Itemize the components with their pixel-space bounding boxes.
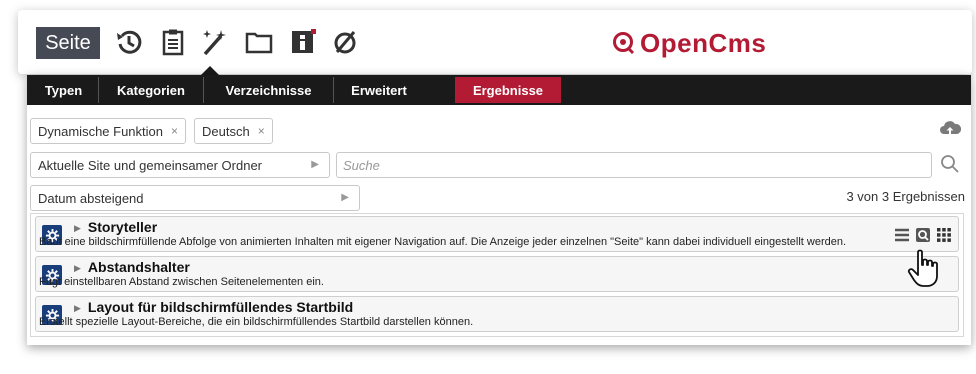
result-description: Baut eine bildschirmfüllende Abfolge von… bbox=[39, 236, 847, 248]
result-item[interactable]: ▶ Storyteller Baut eine bildschirmfüllend… bbox=[35, 216, 959, 252]
sort-select[interactable]: Datum absteigend ▶ bbox=[30, 185, 360, 211]
active-tool-pointer bbox=[201, 66, 219, 75]
caret-right-icon: ▶ bbox=[311, 159, 319, 170]
history-icon[interactable] bbox=[112, 25, 146, 59]
logo-text: OpenCms bbox=[640, 27, 767, 58]
tab-kategorien[interactable]: Kategorien bbox=[99, 77, 204, 103]
result-title: ▶ Layout für bildschirmfüllendes Startbil… bbox=[74, 299, 354, 315]
expand-triangle-icon[interactable]: ▶ bbox=[74, 263, 81, 273]
tab-verzeichnisse[interactable]: Verzeichnisse bbox=[204, 77, 334, 103]
result-title: ▶ Abstandshalter bbox=[74, 259, 190, 275]
filter-chip-label: Deutsch bbox=[202, 123, 250, 139]
opencms-logo: OpenCms bbox=[612, 28, 766, 58]
filter-chip-type: Dynamische Funktion × bbox=[30, 118, 187, 144]
result-title: ▶ Storyteller bbox=[74, 219, 158, 235]
scope-select-value: Aktuelle Site und gemeinsamer Ordner bbox=[38, 157, 263, 173]
expand-triangle-icon[interactable]: ▶ bbox=[74, 303, 81, 313]
tab-bar: Typen Kategorien Verzeichnisse Erweitert… bbox=[27, 75, 971, 105]
filter-chip-locale: Deutsch × bbox=[194, 118, 273, 144]
preview-icon[interactable] bbox=[915, 227, 931, 243]
remove-filter-icon[interactable]: × bbox=[258, 124, 265, 138]
result-description: Erstellt spezielle Layout-Bereiche, die … bbox=[39, 316, 474, 328]
sort-select-value: Datum absteigend bbox=[38, 190, 144, 206]
tab-ergebnisse[interactable]: Ergebnisse bbox=[455, 77, 561, 103]
result-count: 3 von 3 Ergebnissen bbox=[846, 189, 965, 204]
disabled-icon[interactable] bbox=[328, 25, 362, 59]
hand-cursor-icon bbox=[907, 249, 938, 287]
search-input[interactable] bbox=[336, 152, 932, 178]
clipboard-icon[interactable] bbox=[156, 25, 190, 59]
gallery-dialog: Typen Kategorien Verzeichnisse Erweitert… bbox=[27, 75, 971, 345]
magic-wand-icon[interactable] bbox=[198, 25, 232, 59]
seite-button[interactable]: Seite bbox=[36, 27, 100, 59]
remove-filter-icon[interactable]: × bbox=[171, 124, 178, 138]
folder-icon[interactable] bbox=[242, 25, 276, 59]
info-icon[interactable] bbox=[286, 25, 320, 59]
upload-cloud-icon[interactable] bbox=[939, 119, 961, 139]
drag-handle-icon[interactable] bbox=[936, 227, 952, 243]
result-item[interactable]: ▶ Layout für bildschirmfüllendes Startbil… bbox=[35, 296, 959, 332]
caret-right-icon: ▶ bbox=[341, 192, 349, 203]
result-description: Fügt einstellbaren Abstand zwischen Seit… bbox=[39, 276, 324, 288]
result-list: ▶ Storyteller Baut eine bildschirmfüllend… bbox=[30, 213, 964, 337]
logo-mark-icon bbox=[613, 32, 635, 55]
menu-icon[interactable] bbox=[894, 228, 910, 242]
tab-erweitert[interactable]: Erweitert bbox=[334, 77, 424, 103]
result-actions bbox=[894, 227, 952, 243]
expand-triangle-icon[interactable]: ▶ bbox=[74, 223, 81, 233]
scope-select[interactable]: Aktuelle Site und gemeinsamer Ordner ▶ bbox=[30, 152, 330, 178]
top-toolbar: Seite OpenCms bbox=[18, 10, 972, 74]
tab-typen[interactable]: Typen bbox=[29, 77, 99, 103]
result-item[interactable]: ▶ Abstandshalter Fügt einstellbaren Absta… bbox=[35, 256, 959, 292]
filter-chip-label: Dynamische Funktion bbox=[38, 123, 163, 139]
search-icon[interactable] bbox=[940, 154, 960, 174]
